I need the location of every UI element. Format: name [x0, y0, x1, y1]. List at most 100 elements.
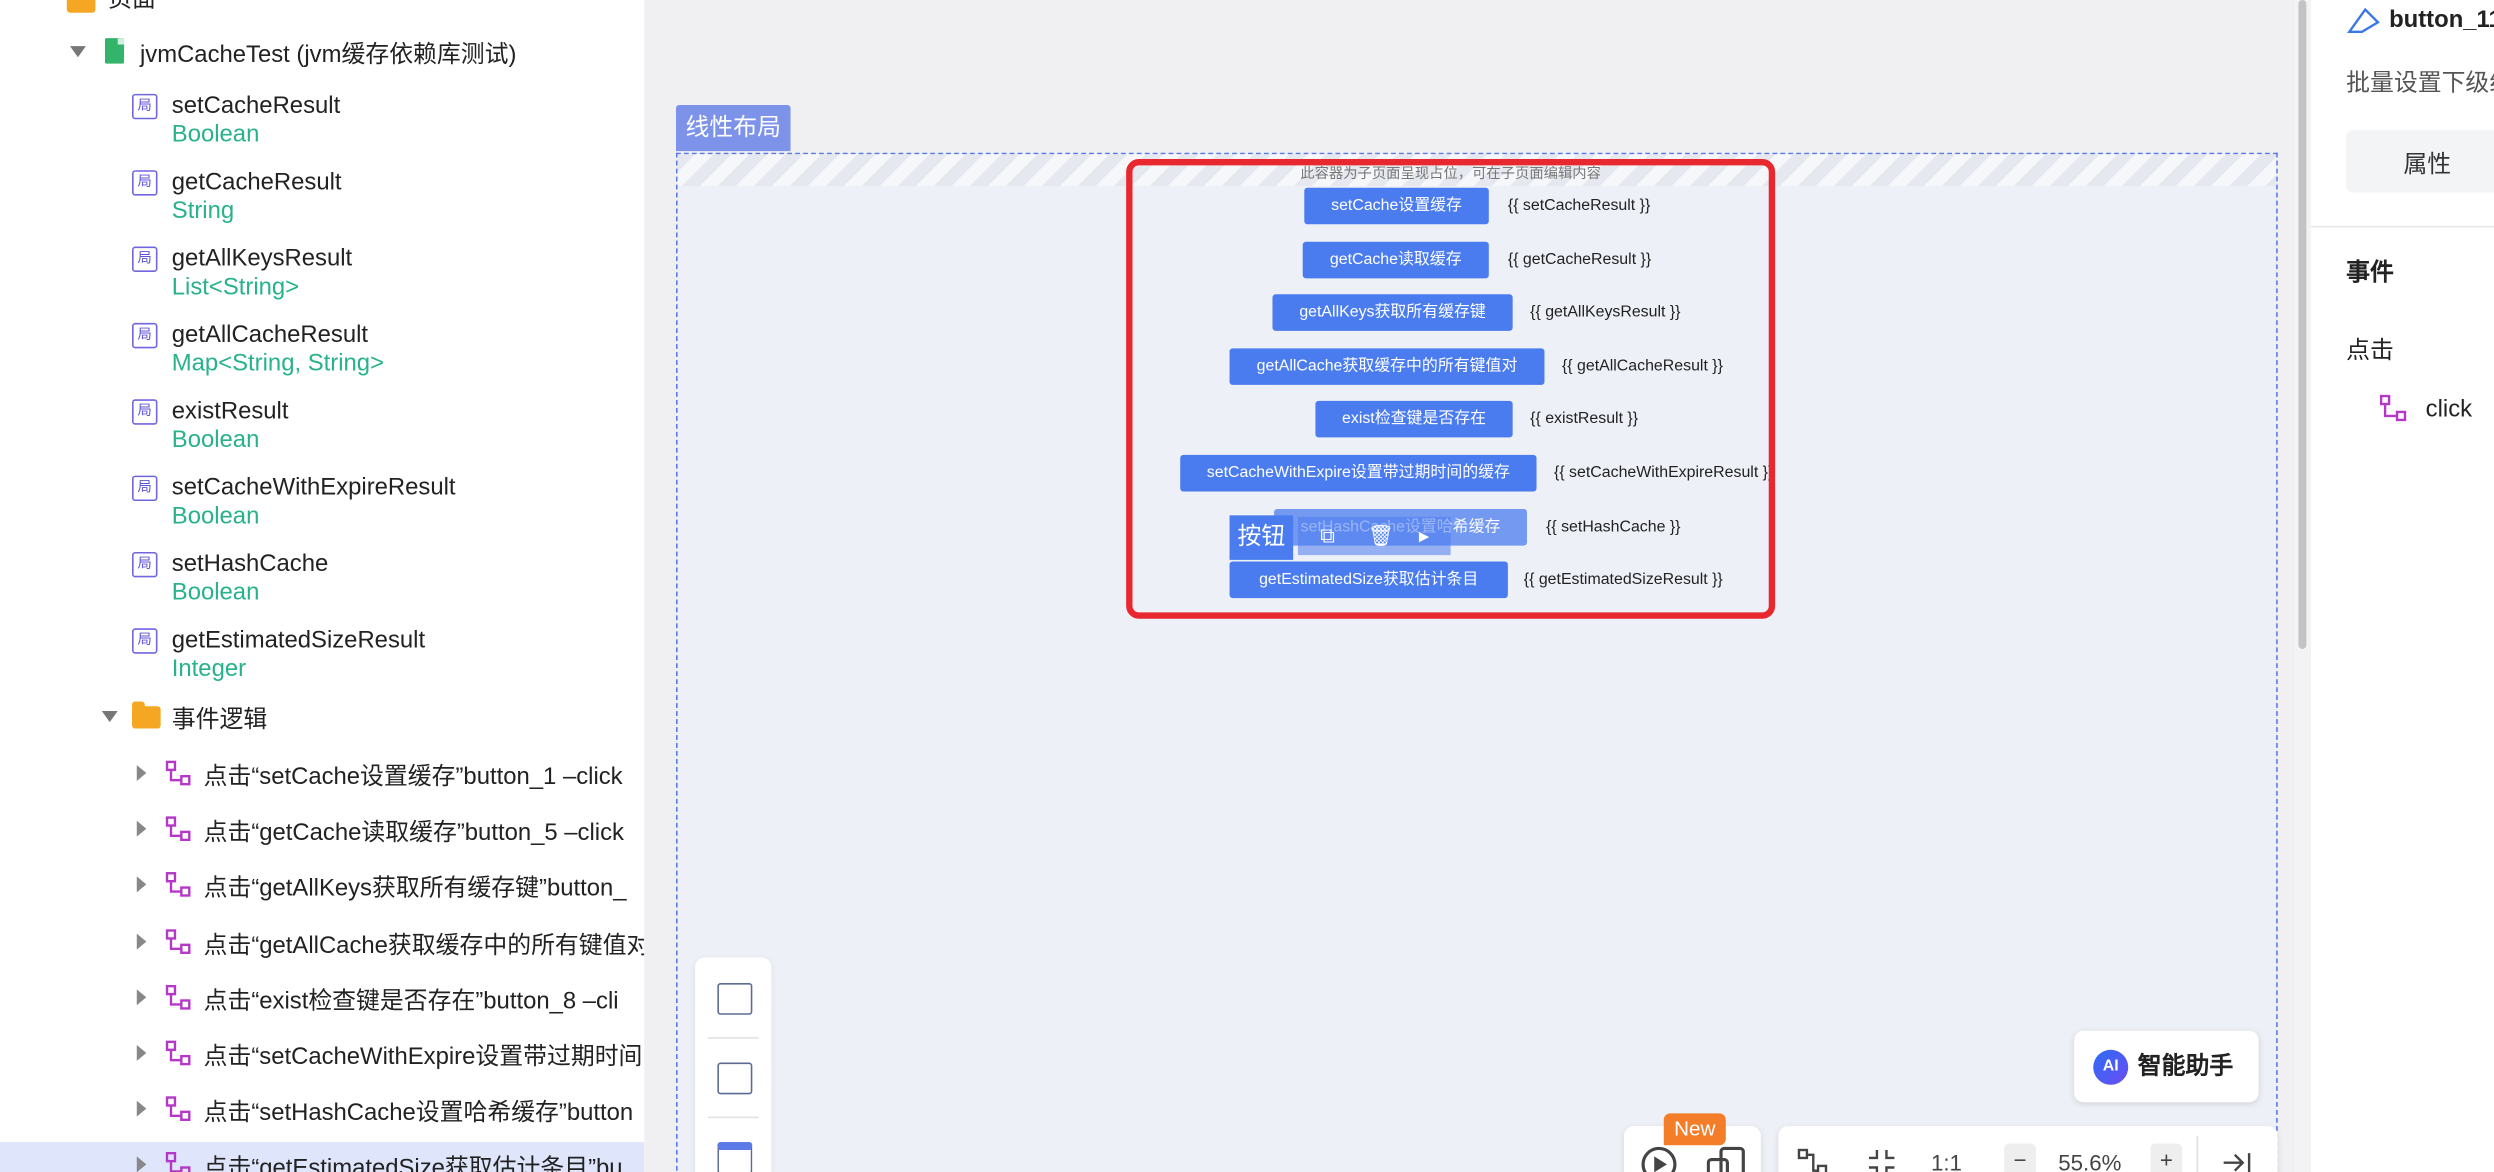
new-badge: New: [1663, 1113, 1726, 1146]
canvas-side-toolbar: [695, 957, 772, 1172]
event-label: 点击“exist检查键是否存在”button_8 –cli: [203, 987, 619, 1015]
tree-variable-row[interactable]: 局 getAllKeysResult List<String>: [0, 242, 644, 312]
variable-type: String: [171, 197, 235, 225]
zoom-in-button[interactable]: +: [2150, 1143, 2183, 1172]
tree-event-row[interactable]: 点击“getAllKeys获取所有缓存键”button_: [0, 863, 644, 911]
pages-label: 页面: [108, 0, 156, 14]
tree-event-row[interactable]: 点击“setHashCache设置哈希缓存”button: [0, 1087, 644, 1135]
logic-flow-icon: [165, 1096, 191, 1122]
component-tree-panel: 页面 jvmCacheTest (jvm缓存依赖库测试) 局 setCacheRe…: [0, 0, 645, 1172]
tree-event-folder-row[interactable]: 事件逻辑: [0, 697, 644, 735]
logic-flow-icon: [165, 984, 191, 1010]
chevron-right-icon[interactable]: [136, 933, 147, 949]
event-label: 点击“setHashCache设置哈希缓存”button: [203, 1099, 634, 1127]
variable-name: setHashCache: [171, 550, 329, 578]
variable-name: getEstimatedSizeResult: [171, 626, 426, 654]
event-label: 点击“setCacheWithExpire设置带过期时间: [203, 1043, 643, 1071]
tree-variable-row[interactable]: 局 setHashCache Boolean: [0, 547, 644, 617]
tree-event-row[interactable]: 点击“getCache读取缓存”button_5 –click: [0, 807, 644, 855]
logic-flow-icon: [165, 928, 191, 954]
variable-name: setCacheResult: [171, 92, 341, 120]
inspector-panel: button_11 批量设置下级组件 属性 事件 点击 click: [2311, 0, 2494, 1172]
divider: [707, 1037, 759, 1039]
chevron-down-icon[interactable]: [69, 46, 86, 58]
selection-highlight-box: [1126, 159, 1776, 619]
zoom-reset-button[interactable]: 1:1: [1931, 1148, 1962, 1172]
collapse-panel-icon[interactable]: [2220, 1150, 2252, 1172]
card-widget-icon[interactable]: [717, 1142, 753, 1172]
event-label: 点击“getCache读取缓存”button_5 –click: [203, 819, 624, 847]
tree-variable-row[interactable]: 局 getEstimatedSizeResult Integer: [0, 624, 644, 694]
design-canvas[interactable]: 线性布局 此容器为子页面呈现占位，可在子页面编辑内容 setCache设置缓存{…: [644, 0, 2296, 1172]
tree-event-row[interactable]: 点击“setCacheWithExpire设置带过期时间: [0, 1031, 644, 1079]
variable-type: Map<String, String>: [171, 349, 384, 377]
ai-assistant-button[interactable]: AI 智能助手: [2074, 1030, 2259, 1103]
tree-event-row[interactable]: 点击“exist检查键是否存在”button_8 –cli: [0, 975, 644, 1023]
divider: [2196, 1135, 2199, 1172]
variable-name: existResult: [171, 397, 289, 425]
tree-variable-row[interactable]: 局 existResult Boolean: [0, 394, 644, 464]
variable-badge: 局: [132, 551, 158, 578]
divider: [2311, 225, 2494, 228]
device-icon[interactable]: [1706, 1145, 1748, 1172]
variable-name: getAllCacheResult: [171, 321, 369, 349]
text-widget-icon[interactable]: [717, 982, 753, 1015]
variable-name: setCacheWithExpireResult: [171, 473, 456, 502]
tab-properties-label: 属性: [2403, 151, 2452, 179]
variable-type: Boolean: [171, 502, 260, 530]
chevron-right-icon[interactable]: [136, 1100, 147, 1117]
variable-name: getAllKeysResult: [171, 244, 353, 272]
divider: [707, 1116, 759, 1119]
zoom-toolbar: 1:1 − 55.6% +: [1778, 1126, 2278, 1172]
tree-variable-row[interactable]: 局 getCacheResult String: [0, 165, 644, 235]
click-event-label: 点击: [2346, 337, 2394, 365]
chevron-right-icon[interactable]: [136, 821, 147, 837]
logic-flow-icon: [165, 760, 191, 786]
logic-flow-icon: [165, 1040, 191, 1066]
panel-widget-icon[interactable]: [717, 1062, 753, 1095]
tree-variable-row[interactable]: 局 setCacheResult Boolean: [0, 89, 644, 159]
variable-badge: 局: [132, 475, 158, 502]
click-handler-link[interactable]: click: [2426, 396, 2472, 423]
tree-variable-row[interactable]: 局 setCacheWithExpireResult Boolean: [0, 471, 644, 541]
zoom-level: 55.6%: [2058, 1150, 2122, 1172]
variable-badge: 局: [132, 170, 158, 196]
page-name: jvmCacheTest (jvm缓存依赖库测试): [139, 41, 517, 69]
chevron-right-icon[interactable]: [136, 1156, 147, 1172]
linear-layout-tag[interactable]: 线性布局: [676, 104, 791, 152]
component-title: button_11: [2389, 6, 2494, 34]
chevron-down-icon[interactable]: [101, 710, 118, 723]
tab-properties[interactable]: 属性: [2346, 130, 2494, 193]
variable-name: getCacheResult: [171, 168, 342, 196]
scrollbar-thumb[interactable]: [2298, 0, 2307, 649]
tree-event-row[interactable]: 点击“getAllCache获取缓存中的所有键值对: [0, 919, 644, 967]
chevron-right-icon[interactable]: [136, 989, 147, 1005]
chevron-right-icon[interactable]: [136, 765, 147, 781]
tree-variable-row[interactable]: 局 getAllCacheResult Map<String, String>: [0, 318, 644, 388]
variable-type: List<String>: [171, 273, 300, 301]
variable-badge: 局: [132, 399, 158, 425]
chevron-right-icon[interactable]: [136, 877, 147, 893]
tree-event-row[interactable]: 点击“getEstimatedSize获取估计条目”bu: [0, 1142, 645, 1172]
event-label: 点击“getAllKeys获取所有缓存键”button_: [203, 875, 627, 903]
canvas-scrollbar[interactable]: [2295, 0, 2312, 1172]
tree-page-row[interactable]: jvmCacheTest (jvm缓存依赖库测试): [0, 32, 644, 70]
variable-badge: 局: [132, 322, 158, 349]
ai-logo-icon: AI: [2093, 1049, 2129, 1085]
variable-type: Boolean: [171, 120, 260, 148]
batch-settings-label[interactable]: 批量设置下级组件: [2346, 65, 2494, 98]
component-icon: [2346, 7, 2380, 34]
logic-flow-icon: [165, 816, 191, 842]
page-file-icon: [104, 38, 125, 64]
tree-pages-row[interactable]: 页面: [0, 0, 644, 16]
tree-event-row[interactable]: 点击“setCache设置缓存”button_1 –click: [0, 751, 644, 799]
zoom-out-button[interactable]: −: [2004, 1143, 2036, 1172]
chevron-right-icon[interactable]: [136, 1045, 147, 1061]
fit-screen-icon[interactable]: [1867, 1148, 1896, 1172]
play-icon[interactable]: [1640, 1145, 1678, 1172]
ai-assistant-label: 智能助手: [2137, 1052, 2234, 1081]
variable-badge: 局: [132, 628, 158, 654]
logic-flow-icon: [2379, 394, 2407, 422]
connect-nodes-icon[interactable]: [1797, 1148, 1829, 1172]
event-label: 点击“getEstimatedSize获取估计条目”bu: [203, 1155, 623, 1172]
